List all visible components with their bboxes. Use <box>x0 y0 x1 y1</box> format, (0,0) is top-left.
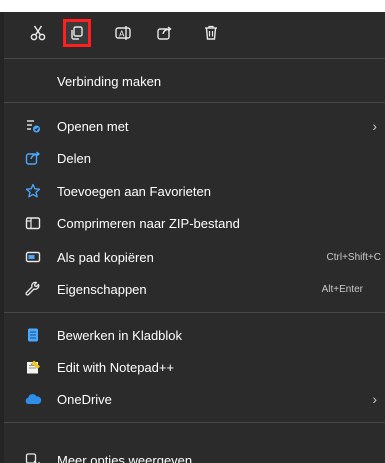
rename-icon: A <box>115 26 131 40</box>
context-menu-toolbar: A <box>4 12 385 52</box>
chevron-right-icon: › <box>372 118 377 134</box>
menu-item-more-options[interactable]: Meer opties weergeven <box>4 445 385 463</box>
menu-item-label: Eigenschappen <box>57 281 147 297</box>
top-bar <box>0 0 385 12</box>
copy-button[interactable] <box>63 19 91 47</box>
menu-item-label: OneDrive <box>57 391 112 407</box>
delete-button[interactable] <box>197 19 225 47</box>
notepadpp-icon <box>24 358 42 376</box>
chevron-right-icon: › <box>372 391 377 407</box>
menu-item-label: Comprimeren naar ZIP-bestand <box>57 215 240 231</box>
separator <box>4 58 385 59</box>
menu-item-label: Edit with Notepad++ <box>57 359 175 375</box>
shortcut-text: Alt+Enter <box>321 283 363 295</box>
scissors-icon <box>30 25 46 41</box>
menu-item-label: Toevoegen aan Favorieten <box>57 183 211 199</box>
menu-item-open-with[interactable]: Openen met › <box>4 111 385 141</box>
zip-folder-icon <box>24 214 42 232</box>
share-icon <box>24 149 42 167</box>
more-options-icon <box>24 451 42 463</box>
share-button[interactable] <box>151 19 179 47</box>
path-icon <box>24 248 42 266</box>
menu-item-favorites[interactable]: Toevoegen aan Favorieten <box>4 176 385 206</box>
menu-item-onedrive[interactable]: OneDrive › <box>4 384 385 414</box>
menu-item-share[interactable]: Delen <box>4 143 385 173</box>
share-icon <box>157 26 172 40</box>
shortcut-text: Ctrl+Shift+C <box>326 251 381 263</box>
star-icon <box>24 182 42 200</box>
wrench-icon <box>24 280 42 298</box>
menu-item-label: Verbinding maken <box>57 73 162 89</box>
open-with-icon <box>24 117 42 135</box>
cut-button[interactable] <box>24 19 52 47</box>
menu-item-label: Delen <box>57 150 91 166</box>
trash-icon <box>205 25 217 40</box>
menu-item-label: Als pad kopiëren <box>57 249 154 265</box>
cloud-icon <box>24 390 42 408</box>
separator <box>4 312 385 313</box>
menu-item-compress-zip[interactable]: Comprimeren naar ZIP-bestand <box>4 208 385 238</box>
separator <box>4 422 385 423</box>
separator <box>4 102 385 103</box>
menu-item-copy-path[interactable]: Als pad kopiëren Ctrl+Shift+C <box>4 242 385 272</box>
menu-item-connect[interactable]: Verbinding maken <box>4 66 385 96</box>
menu-item-edit-notepadpp[interactable]: Edit with Notepad++ <box>4 352 385 382</box>
context-menu: A Verbinding maken Openen met › Delen To… <box>4 12 385 463</box>
copy-icon <box>71 26 83 40</box>
menu-item-label: Meer opties weergeven <box>57 452 193 463</box>
menu-item-label: Bewerken in Kladblok <box>57 327 183 343</box>
menu-item-label: Openen met <box>57 118 129 134</box>
menu-item-properties[interactable]: Eigenschappen Alt+Enter <box>4 274 385 304</box>
notepad-icon <box>24 326 42 344</box>
menu-item-edit-notepad[interactable]: Bewerken in Kladblok <box>4 320 385 350</box>
svg-text:A: A <box>119 30 125 39</box>
rename-button[interactable]: A <box>109 19 137 47</box>
